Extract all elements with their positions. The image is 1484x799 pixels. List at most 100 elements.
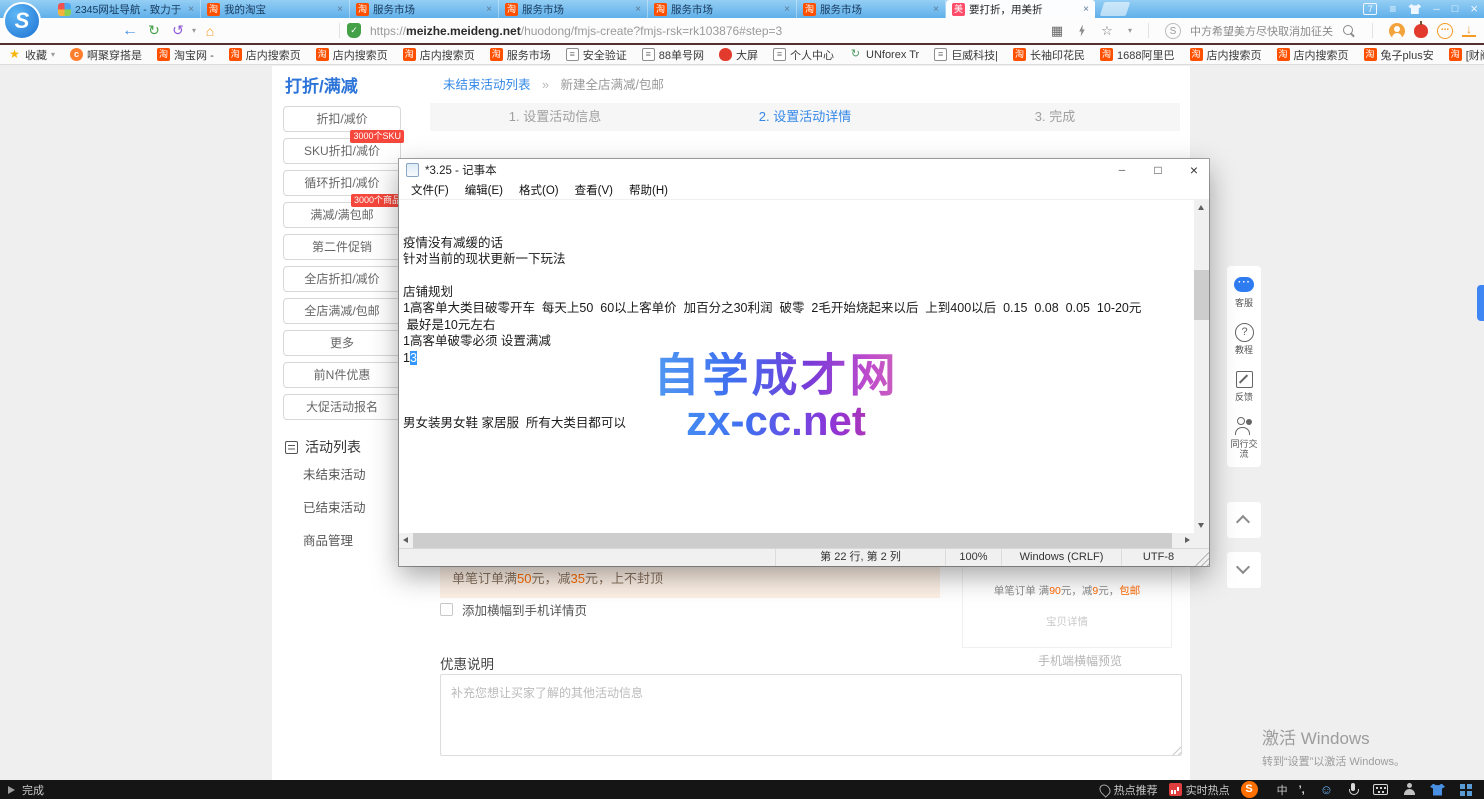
sogou-search-icon[interactable] (1165, 23, 1181, 39)
tab-close-icon[interactable] (337, 4, 343, 15)
taskbar-tray-item[interactable] (1460, 784, 1476, 796)
sidebar-activity-button[interactable]: 全店满减/包邮 (283, 298, 401, 324)
scrollbar-up-arrow-icon[interactable] (1198, 205, 1204, 210)
taskbar-tray-item[interactable] (1241, 781, 1262, 798)
search-icon[interactable] (1342, 24, 1356, 38)
favorite-star-icon[interactable] (1095, 19, 1119, 43)
bookmark-item[interactable]: 店内搜索页 (1190, 47, 1262, 63)
scrollbar-down-arrow-icon[interactable] (1198, 523, 1204, 528)
sidebar-activity-button[interactable]: 更多 (283, 330, 401, 356)
bookmark-item[interactable]: 长袖印花民 (1013, 47, 1085, 63)
bookmark-item[interactable]: 大屏 (719, 47, 758, 63)
notepad-close-icon[interactable] (1179, 159, 1209, 181)
notepad-text-area[interactable]: 疫情没有减缓的话 针对当前的现状更新一下玩法 店铺规划 1高客单大类目破零开车 … (399, 200, 1194, 533)
horizontal-scroll-thumb[interactable] (413, 533, 1172, 548)
float-toolbar-item[interactable]: 反馈 (1227, 368, 1261, 402)
dropdown-caret-icon[interactable] (1128, 26, 1132, 35)
hot-search-text[interactable]: 中方希望美方尽快取消加征关 (1190, 23, 1333, 39)
tab-close-icon[interactable] (784, 4, 790, 15)
download-icon[interactable] (1462, 24, 1476, 37)
taskbar-tray-item[interactable]: 实时热点 (1169, 782, 1230, 798)
bookmark-item[interactable]: 88单号网 (642, 47, 704, 63)
sidebar-activity-button[interactable]: 第二件促销 (283, 234, 401, 260)
sogou-browser-logo[interactable] (3, 2, 41, 40)
menu-icon[interactable] (1389, 0, 1396, 19)
notepad-maximize-icon[interactable] (1143, 159, 1173, 181)
sidebar-activity-button[interactable]: 折扣/减价 (283, 106, 401, 132)
undo-dropdown-icon[interactable] (190, 19, 198, 43)
browser-tab[interactable]: 服务市场 (797, 0, 946, 18)
sidebar-activity-button[interactable]: 大促活动报名 (283, 394, 401, 420)
taskbar-tray-item[interactable] (1373, 784, 1392, 795)
window-resize-grip[interactable] (1195, 549, 1209, 566)
sidebar-link[interactable]: 商品管理 (303, 530, 366, 549)
notepad-vertical-scrollbar[interactable] (1194, 200, 1209, 533)
notepad-menu-item[interactable]: 帮助(H) (621, 182, 676, 198)
tab-close-icon[interactable] (188, 4, 194, 15)
qr-code-icon[interactable] (1045, 19, 1069, 43)
tab-close-icon[interactable] (486, 4, 492, 15)
bookmark-item[interactable]: 兔子plus安 (1364, 47, 1434, 63)
back-icon[interactable] (118, 19, 142, 43)
bookmark-item[interactable]: 1688阿里巴 (1100, 47, 1174, 63)
speed-mode-badge[interactable]: 7 (1363, 3, 1377, 15)
new-tab-button[interactable] (1100, 2, 1131, 16)
bookmark-item[interactable]: 巨威科技| (934, 47, 998, 63)
close-icon[interactable] (1470, 0, 1478, 19)
float-toolbar-item[interactable]: 教程 (1227, 321, 1261, 355)
bookmark-item[interactable]: 店内搜索页 (403, 47, 475, 63)
tab-close-icon[interactable] (1083, 4, 1089, 15)
taskbar-tray-item[interactable]: 热点推荐 (1100, 782, 1158, 798)
float-toolbar-item[interactable]: 客服 (1227, 274, 1261, 308)
coupon-note-input[interactable] (440, 674, 1182, 756)
notepad-menu-item[interactable]: 文件(F) (403, 182, 457, 198)
notepad-menu-item[interactable]: 查看(V) (567, 182, 621, 198)
taskbar-tray-item[interactable] (1348, 783, 1362, 797)
float-toolbar-item[interactable]: 同行交流 (1227, 415, 1261, 459)
minimize-icon[interactable] (1433, 0, 1439, 18)
browser-tab[interactable]: 服务市场 (648, 0, 797, 18)
address-bar[interactable]: https://meizhe.meideng.net/huodong/fmjs-… (370, 24, 782, 38)
bookmark-item[interactable]: 个人中心 (773, 47, 834, 63)
notepad-menu-item[interactable]: 格式(O) (511, 182, 567, 198)
more-extensions-icon[interactable] (1437, 23, 1453, 39)
taskbar-tray-item[interactable] (1430, 784, 1449, 796)
edge-side-handle[interactable] (1477, 285, 1484, 321)
breadcrumb-link[interactable]: 未结束活动列表 (443, 78, 531, 92)
vertical-scroll-thumb[interactable] (1194, 270, 1209, 320)
taskbar-tray-item[interactable] (1299, 784, 1309, 796)
taskbar-tray-item[interactable]: 中 (1273, 782, 1288, 798)
sidebar-link[interactable]: 已结束活动 (303, 497, 366, 516)
maximize-icon[interactable] (1452, 0, 1459, 18)
bookmark-item[interactable]: [财阀千金 (1449, 47, 1484, 63)
home-icon[interactable] (198, 19, 222, 43)
sidebar-activity-button[interactable]: 满减/满包邮 3000个商品 (283, 202, 401, 228)
undo-icon[interactable] (166, 19, 190, 43)
user-avatar[interactable] (1389, 23, 1405, 39)
scrollbar-right-arrow-icon[interactable] (1185, 537, 1190, 543)
scrollbar-left-arrow-icon[interactable] (403, 537, 408, 543)
notepad-horizontal-scrollbar[interactable] (399, 533, 1194, 548)
tab-close-icon[interactable] (933, 4, 939, 15)
browser-tab[interactable]: 要打折，用美折 (946, 0, 1095, 18)
bookmark-item[interactable]: 店内搜索页 (316, 47, 388, 63)
sidebar-activity-button[interactable]: 循环折扣/减价 (283, 170, 401, 196)
browser-tab[interactable]: 我的淘宝 (201, 0, 350, 18)
bookmark-item[interactable]: 收藏 (8, 47, 55, 63)
bookmark-item[interactable]: 店内搜索页 (1277, 47, 1349, 63)
scroll-up-button[interactable] (1227, 502, 1261, 538)
taskbar-left[interactable]: 完成 (0, 782, 44, 798)
notepad-minimize-icon[interactable] (1107, 159, 1137, 181)
bookmark-item[interactable]: 啊聚穿搭是 (70, 47, 142, 63)
apple-extension-icon[interactable] (1414, 24, 1428, 38)
bookmark-item[interactable]: 服务市场 (490, 47, 551, 63)
taskbar-tray-item[interactable] (1403, 783, 1419, 796)
secure-shield-icon[interactable] (347, 23, 361, 38)
bookmark-item[interactable]: 安全验证 (566, 47, 627, 63)
scroll-down-button[interactable] (1227, 552, 1261, 588)
browser-tab[interactable]: 服务市场 (350, 0, 499, 18)
sidebar-activity-button[interactable]: SKU折扣/减价 3000个SKU (283, 138, 401, 164)
browser-tab[interactable]: 2345网址导航 - 致力于 (52, 0, 201, 18)
add-banner-checkbox[interactable] (440, 603, 453, 616)
sidebar-link[interactable]: 未结束活动 (303, 464, 366, 483)
